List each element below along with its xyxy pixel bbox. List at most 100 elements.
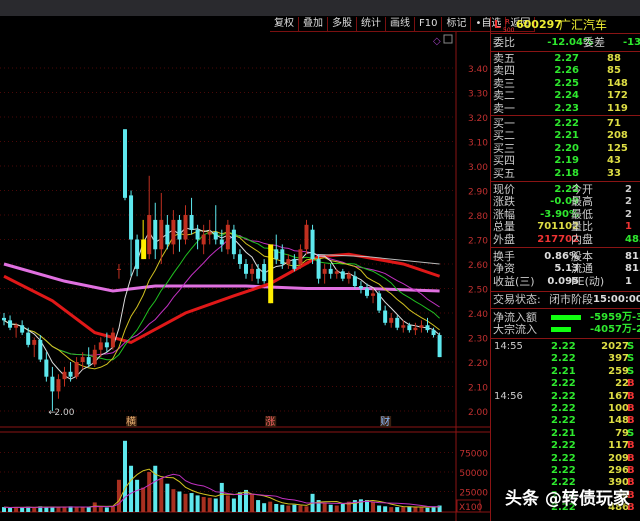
candle bbox=[383, 310, 388, 323]
sells-row[interactable]: 卖五 2.27 88 bbox=[491, 53, 640, 65]
volume-bar bbox=[207, 497, 212, 512]
toolbar-button[interactable]: 标记 bbox=[442, 17, 472, 31]
ma-long-red-line bbox=[3, 252, 441, 345]
sells-row[interactable]: 卖一 2.23 119 bbox=[491, 102, 640, 115]
stock-header: L R 500 600297 广汇汽车 bbox=[491, 18, 640, 34]
volume-bar bbox=[328, 504, 333, 512]
candle bbox=[86, 357, 91, 365]
toolbar-button[interactable]: F10 bbox=[415, 17, 443, 31]
level-volume: 85 bbox=[607, 65, 621, 77]
candle bbox=[129, 195, 134, 240]
candle bbox=[328, 268, 333, 274]
volume-bar bbox=[268, 501, 273, 512]
candle bbox=[147, 215, 152, 255]
volume-bar bbox=[219, 482, 224, 512]
highlight-candle bbox=[268, 244, 274, 304]
candle bbox=[237, 254, 242, 264]
volume-bar bbox=[165, 483, 170, 512]
stat-value2: 81.1 bbox=[625, 263, 640, 275]
event-label[interactable]: 涨 bbox=[265, 416, 275, 428]
candle bbox=[110, 332, 115, 348]
weibi-label: 委比 bbox=[493, 36, 515, 49]
buys-row[interactable]: 买一 2.22 71 bbox=[491, 118, 640, 130]
window-toggle-icon[interactable] bbox=[443, 34, 453, 44]
event-label[interactable]: 横 bbox=[126, 415, 136, 428]
tick-side: B bbox=[627, 415, 635, 427]
flow-value: -5959万 bbox=[590, 312, 632, 323]
volume-bar bbox=[141, 487, 146, 512]
tick-price: 2.22 bbox=[551, 452, 576, 464]
volume-bar bbox=[177, 491, 182, 512]
level-label: 买一 bbox=[493, 117, 515, 130]
tick-time: 14:55 bbox=[494, 341, 523, 352]
status-value: 闭市阶段 bbox=[549, 293, 593, 306]
tick-price: 2.22 bbox=[551, 378, 576, 390]
toolbar-button[interactable]: 叠加 bbox=[299, 17, 328, 31]
candle bbox=[225, 224, 230, 250]
candle bbox=[201, 234, 206, 245]
tick-price: 2.22 bbox=[551, 465, 576, 476]
volume-bar bbox=[280, 504, 285, 512]
toolbar-button[interactable]: 画线 bbox=[386, 17, 415, 31]
stat-value2: 1 bbox=[625, 275, 632, 287]
buys-row[interactable]: 买三 2.20 125 bbox=[491, 142, 640, 155]
candle bbox=[316, 259, 321, 279]
flow-extra: -3 bbox=[632, 312, 640, 323]
volume-bar bbox=[62, 507, 67, 512]
tick-row: 14:55 2.22 2027 S bbox=[491, 341, 640, 353]
candle bbox=[104, 342, 109, 348]
price-tick: 3.20 bbox=[468, 114, 488, 124]
volume-bar bbox=[104, 507, 109, 512]
stat-label: 收益(三) bbox=[493, 274, 535, 288]
tick-row: 2.22 397 S bbox=[491, 353, 640, 365]
event-label[interactable]: 财 bbox=[380, 415, 390, 428]
candle bbox=[56, 379, 61, 392]
stat-value2: 1 bbox=[625, 221, 632, 233]
level-label: 卖二 bbox=[493, 89, 515, 103]
price-tick: 2.50 bbox=[468, 286, 488, 296]
level-price: 2.27 bbox=[554, 53, 579, 64]
volume-bar bbox=[425, 507, 430, 512]
tick-side: S bbox=[627, 427, 635, 439]
stat-value2: 4834 bbox=[625, 233, 640, 245]
tick-row: 2.21 259 S bbox=[491, 366, 640, 378]
candle bbox=[413, 327, 418, 331]
tick-time: 14:56 bbox=[494, 390, 523, 402]
volume-unit: X100 bbox=[459, 503, 483, 513]
tick-row: 2.21 79 S bbox=[491, 428, 640, 440]
candle bbox=[292, 259, 297, 269]
toolbar-button[interactable]: 多股 bbox=[328, 17, 357, 31]
sells-row[interactable]: 卖二 2.24 172 bbox=[491, 90, 640, 102]
sells-row[interactable]: 卖四 2.26 85 bbox=[491, 65, 640, 77]
level-price: 2.19 bbox=[554, 155, 579, 167]
level-volume: 71 bbox=[607, 118, 621, 129]
level-volume: 208 bbox=[607, 130, 628, 142]
stat-label: 涨跌 bbox=[493, 195, 515, 209]
price-tick: 2.40 bbox=[468, 310, 488, 320]
arrow-left-icon: ← bbox=[48, 408, 56, 418]
candle bbox=[298, 249, 303, 264]
stat-label2: PE(动) bbox=[571, 274, 605, 288]
level-volume: 119 bbox=[607, 102, 628, 114]
volume-bar bbox=[244, 489, 248, 512]
tick-volume: 259 bbox=[608, 365, 629, 377]
buys-row[interactable]: 买二 2.21 208 bbox=[491, 130, 640, 142]
tick-side: B bbox=[627, 390, 635, 402]
tick-volume: 79 bbox=[615, 427, 629, 439]
level-label: 卖五 bbox=[493, 52, 515, 65]
buys-row[interactable]: 买五 2.18 33 bbox=[491, 167, 640, 180]
level-price: 2.23 bbox=[554, 102, 579, 114]
candle bbox=[92, 349, 97, 365]
stat-row: 净资5.13流通81.1 bbox=[491, 263, 640, 275]
diamond-icon[interactable]: ◇ bbox=[433, 36, 441, 47]
kline-chart[interactable]: ◇ 3.40 3.30 3.20 3.10 3.00 2.90 2.80 2.70 2.60 2.5… bbox=[0, 32, 490, 521]
sells-row[interactable]: 卖三 2.25 148 bbox=[491, 77, 640, 90]
tick-volume: 209 bbox=[608, 452, 629, 464]
stat-label: 总量 bbox=[493, 220, 515, 234]
tick-side: S bbox=[627, 341, 635, 352]
tick-price: 2.22 bbox=[551, 440, 576, 452]
candle bbox=[62, 371, 67, 380]
buys-row[interactable]: 买四 2.19 43 bbox=[491, 155, 640, 167]
toolbar-button[interactable]: 复权 bbox=[270, 17, 299, 31]
toolbar-button[interactable]: 统计 bbox=[357, 17, 386, 31]
